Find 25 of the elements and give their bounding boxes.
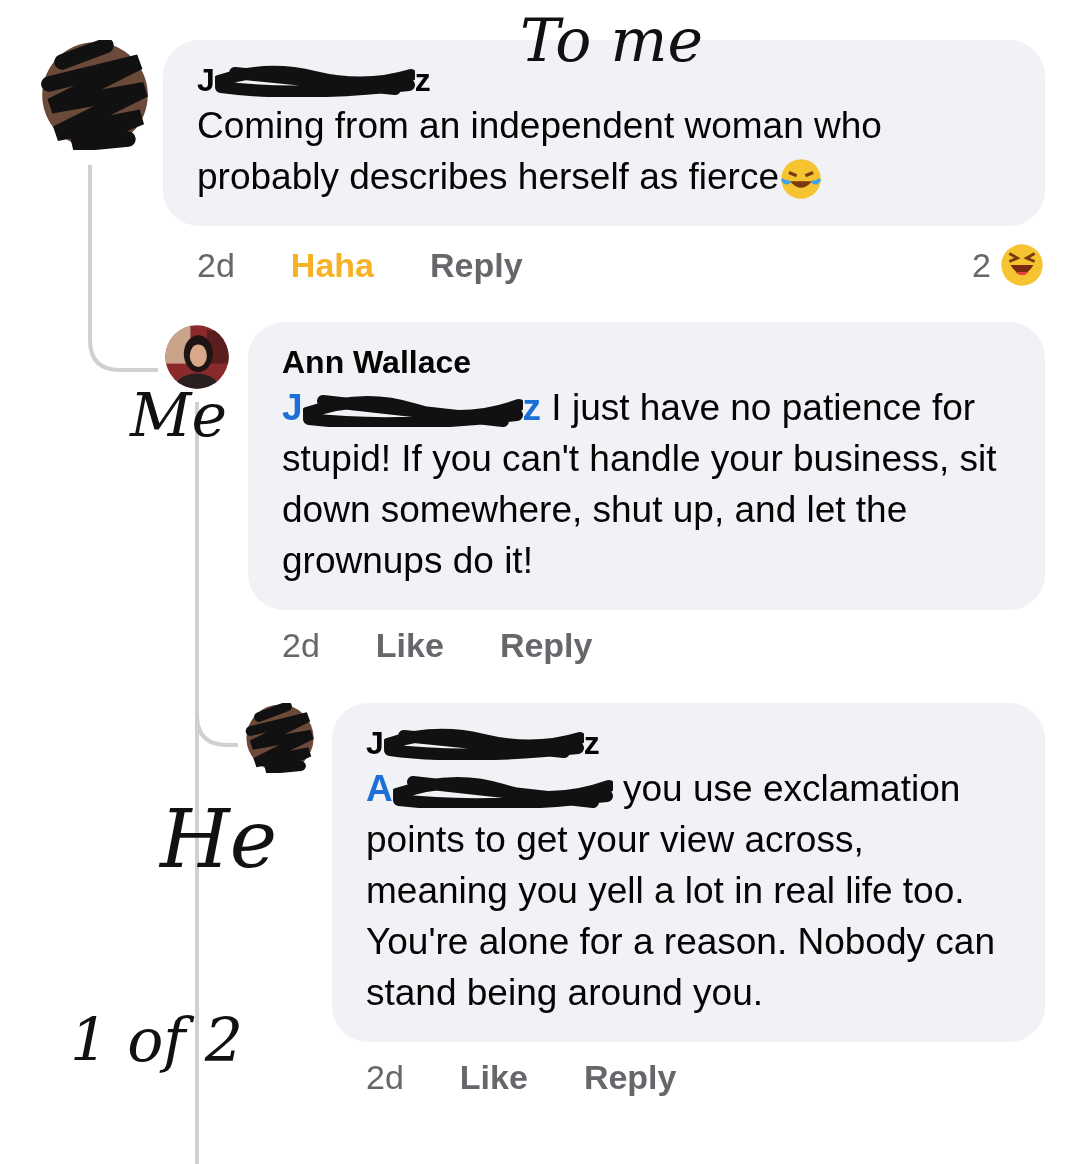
comment-text: Coming from an independent woman who probably describes herself as fierce: [197, 100, 1015, 202]
reaction-button[interactable]: Like: [375, 626, 444, 665]
comment-time: 2d: [366, 1058, 404, 1097]
handwritten-note: He: [160, 800, 278, 880]
author-name[interactable]: Ann Wallace: [282, 342, 472, 382]
comment-text: A you use exclamation points to get your view across, meaning you yell a lot in real life too. You're alone for a reason. Nobody can stand being around you.: [366, 767, 996, 1015]
reply-button[interactable]: Reply: [429, 245, 523, 285]
reply-button[interactable]: Reply: [499, 626, 593, 665]
handwritten-note: Me: [130, 385, 227, 445]
author-name[interactable]: J: [366, 723, 384, 763]
reaction-count: 2: [972, 245, 991, 285]
comment-time: 2d: [197, 245, 235, 285]
mention-link-end[interactable]: z: [522, 387, 542, 428]
comment-time: 2d: [282, 626, 320, 665]
mention-link[interactable]: A: [366, 768, 393, 809]
author-name-end[interactable]: z: [414, 60, 431, 100]
author-name[interactable]: J: [197, 60, 215, 100]
reply-button[interactable]: Reply: [583, 1058, 677, 1097]
mention-link[interactable]: J: [282, 387, 303, 428]
reaction-button[interactable]: Like: [459, 1058, 528, 1097]
author-name-end[interactable]: z: [583, 723, 600, 763]
comment-text: J z I just have no patience for stupid! If you can't handle your business, sit down somewhere, shut up, and let the grownups do it!: [282, 386, 998, 583]
laughing-emoji-icon: [999, 242, 1045, 288]
scribbled-avatar: [245, 703, 315, 773]
handwritten-note: To me: [520, 10, 703, 70]
